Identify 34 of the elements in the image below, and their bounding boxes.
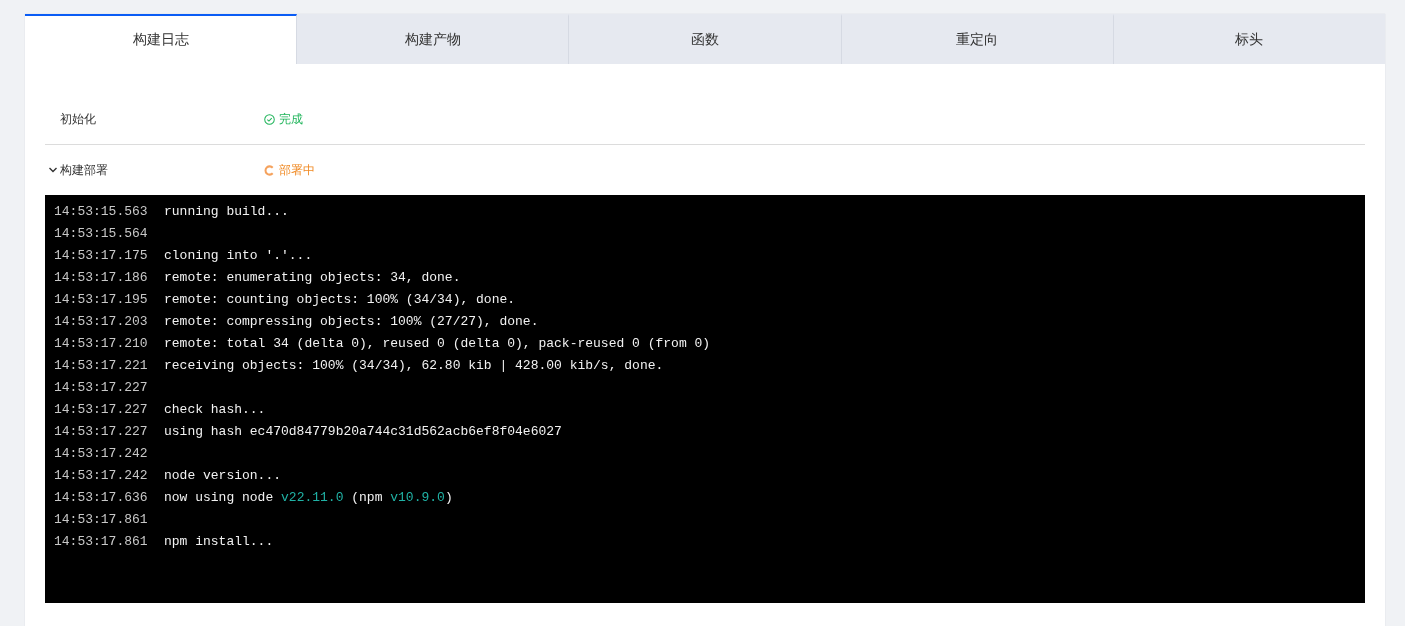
log-message: check hash... bbox=[164, 401, 266, 417]
stage-name: 构建部署 bbox=[60, 161, 108, 179]
stage-name: 初始化 bbox=[59, 110, 96, 128]
log-timestamp: 14:53:17.227 bbox=[54, 423, 149, 439]
log-message: remote: total 34 (delta 0), reused 0 (delta 0), pack-reused 0 (from 0) bbox=[164, 335, 711, 351]
log-message: remote: counting objects: 100% (34/34), done. bbox=[164, 291, 516, 307]
log-message: node version... bbox=[164, 467, 282, 483]
log-timestamp: 14:53:17.242 bbox=[54, 467, 149, 483]
log-timestamp: 14:53:17.221 bbox=[54, 357, 149, 373]
log-timestamp: 14:53:17.861 bbox=[54, 533, 149, 549]
log-timestamp: 14:53:17.203 bbox=[54, 313, 149, 329]
log-timestamp: 14:53:15.564 bbox=[54, 225, 149, 241]
log-message: receiving objects: 100% (34/34), 62.80 kib | 428.00 kib/s, done. bbox=[164, 357, 664, 373]
log-message: remote: enumerating objects: 34, done. bbox=[164, 269, 461, 285]
log-message: npm install... bbox=[164, 533, 274, 549]
log-message: now using node v22.11.0 (npm v10.9.0) bbox=[164, 489, 453, 505]
status-text: 完成 bbox=[279, 110, 303, 128]
log-timestamp: 14:53:17.242 bbox=[54, 445, 149, 461]
log-message: running build... bbox=[164, 203, 289, 219]
log-timestamp: 14:53:17.227 bbox=[54, 401, 149, 417]
log-message: remote: compressing objects: 100% (27/27), done. bbox=[164, 313, 539, 329]
log-timestamp: 14:53:17.227 bbox=[54, 379, 149, 395]
log-message: cloning into '.'... bbox=[164, 247, 313, 263]
log-timestamp: 14:53:17.210 bbox=[54, 335, 149, 351]
log-timestamp: 14:53:17.861 bbox=[54, 511, 149, 527]
chevron-down-icon[interactable] bbox=[48, 165, 58, 175]
log-timestamp: 14:53:17.175 bbox=[54, 247, 149, 263]
tab[interactable]: 构建日志 bbox=[25, 14, 298, 64]
log-timestamp: 14:53:15.563 bbox=[54, 203, 149, 219]
status-text: 部署中 bbox=[279, 161, 315, 179]
log-timestamp: 14:53:17.195 bbox=[54, 291, 149, 307]
log-message: using hash ec470d84779b20a744c31d562acb6ef8f04e6027 bbox=[164, 423, 562, 439]
log-timestamp: 14:53:17.186 bbox=[54, 269, 149, 285]
log-timestamp: 14:53:17.636 bbox=[54, 489, 149, 505]
